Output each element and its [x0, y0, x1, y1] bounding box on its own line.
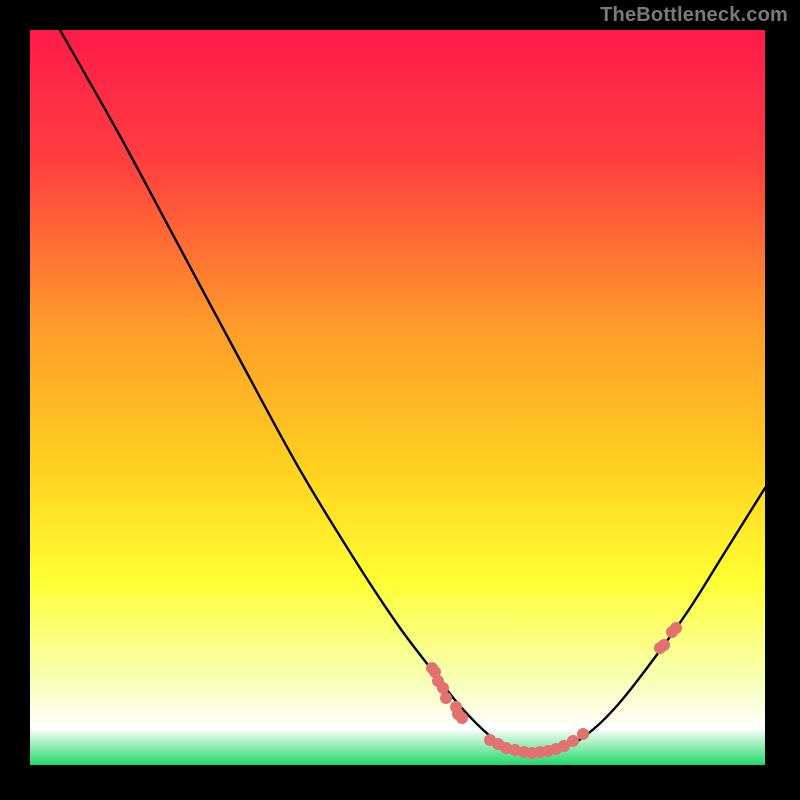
data-point [440, 692, 452, 704]
chart-container: TheBottleneck.com [0, 0, 800, 800]
data-point [670, 622, 682, 634]
data-point [658, 639, 670, 651]
attribution-label: TheBottleneck.com [600, 4, 788, 27]
plot-area [30, 30, 765, 765]
data-point [456, 712, 468, 724]
data-point [567, 735, 579, 747]
data-point [577, 728, 589, 740]
chart-svg [0, 0, 800, 800]
